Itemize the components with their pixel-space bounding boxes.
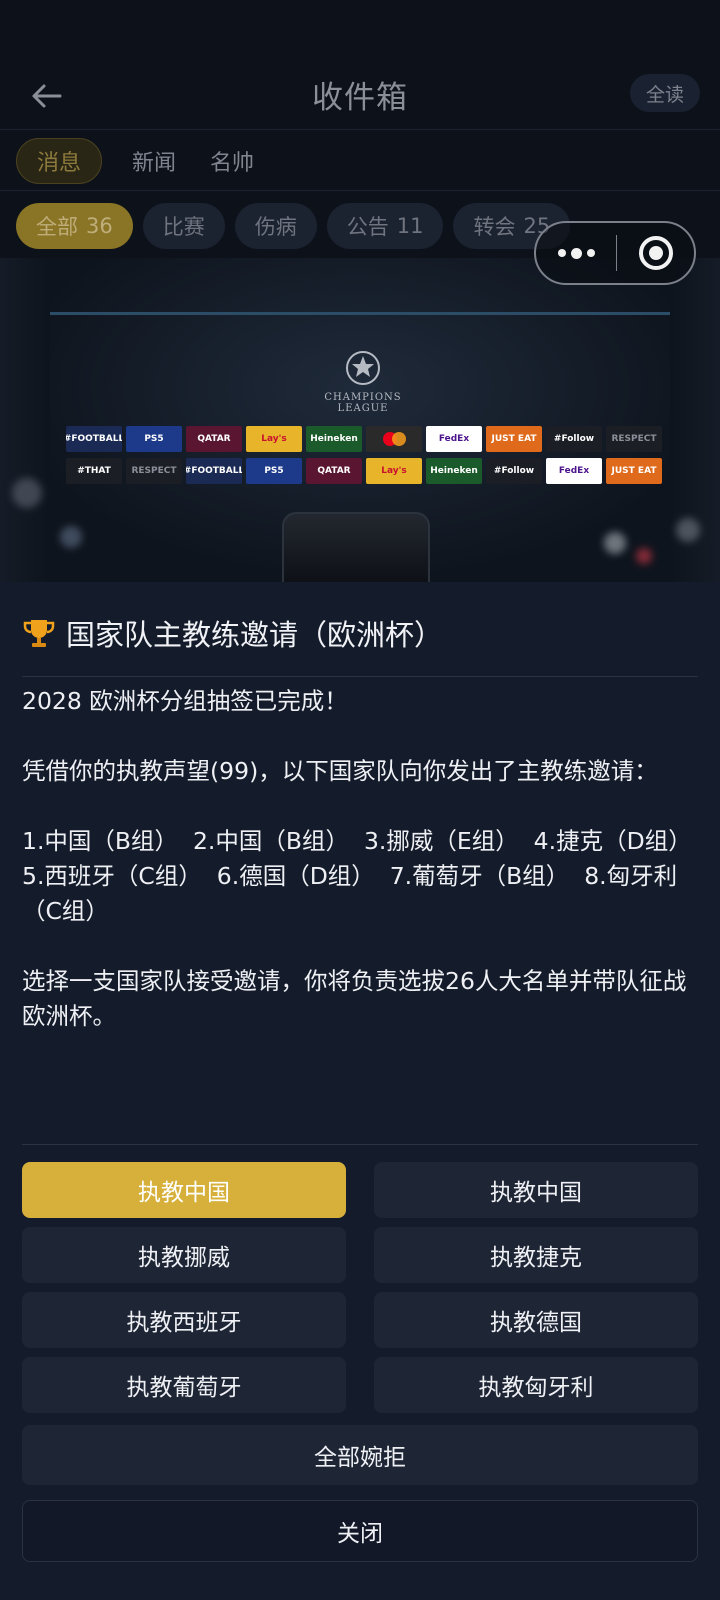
sponsor-board: #FOOTBALL — [186, 458, 242, 484]
stage-light-line — [50, 312, 670, 315]
filter-label: 伤病 — [254, 215, 297, 239]
filter-count: 11 — [396, 214, 424, 238]
sponsor-board: FedEx — [426, 426, 482, 452]
coach-norway-button[interactable]: 执教挪威 — [22, 1227, 346, 1283]
filter-label: 比赛 — [162, 215, 205, 239]
close-button[interactable]: 关闭 — [22, 1500, 698, 1562]
filter-chips: 全部 36 比赛 伤病 公告 11 转会 25 — [16, 203, 571, 249]
exit-miniprogram-button[interactable] — [617, 236, 694, 270]
divider — [22, 1144, 698, 1145]
filter-announcement[interactable]: 公告 11 — [326, 203, 444, 249]
sponsor-board: FedEx — [546, 458, 602, 484]
sponsor-board: #Follow — [546, 426, 602, 452]
tab-messages[interactable]: 消息 — [16, 138, 103, 184]
ucl-text-2: LEAGUE — [337, 403, 389, 414]
message-title: 国家队主教练邀请（欧洲杯） — [66, 618, 444, 652]
decline-all-button[interactable]: 全部婉拒 — [22, 1425, 698, 1485]
starball-icon — [346, 351, 380, 385]
filter-label: 公告 — [346, 215, 389, 239]
bokeh-light — [12, 478, 42, 508]
more-dot-icon — [557, 249, 566, 257]
sponsor-board: #THAT — [66, 458, 122, 484]
sponsor-board: #Follow — [486, 458, 542, 484]
tab-news[interactable]: 新闻 — [128, 138, 180, 184]
coach-hungary-button[interactable]: 执教匈牙利 — [374, 1357, 698, 1413]
champions-league-banner: CHAMPIONS LEAGUE #FOOTBALL PS5 QATAR Lay… — [0, 258, 720, 582]
header: 收件箱 全读 — [0, 60, 720, 130]
sponsor-row-1: #FOOTBALL PS5 QATAR Lay's Heineken FedEx… — [66, 426, 662, 452]
sponsor-board: JUST EAT — [486, 426, 542, 452]
divider — [22, 676, 698, 677]
sponsor-row-2: #THAT RESPECT #FOOTBALL PS5 QATAR Lay's … — [66, 458, 662, 484]
ucl-text-1: CHAMPIONS — [324, 392, 402, 403]
option-buttons: 执教中国 执教中国 执教挪威 执教捷克 执教西班牙 执教德国 执教葡萄牙 执教匈… — [22, 1162, 698, 1413]
sponsor-board: #FOOTBALL — [66, 426, 122, 452]
sponsor-board: Heineken — [426, 458, 482, 484]
coach-spain-button[interactable]: 执教西班牙 — [22, 1292, 346, 1348]
more-dot-icon — [570, 247, 582, 259]
message-header: 国家队主教练邀请（欧洲杯） — [22, 612, 443, 654]
coach-china-button-2[interactable]: 执教中国 — [374, 1162, 698, 1218]
sponsor-board: JUST EAT — [606, 458, 662, 484]
coach-germany-button[interactable]: 执教德国 — [374, 1292, 698, 1348]
divider — [0, 129, 720, 130]
sponsor-board: RESPECT — [606, 426, 662, 452]
sponsor-board: QATAR — [306, 458, 362, 484]
main-tabs: 消息 新闻 名帅 — [16, 138, 258, 184]
message-detail: 国家队主教练邀请（欧洲杯） 2028 欧洲杯分组抽签已完成！ 凭借你的执教声望(… — [0, 582, 720, 1600]
more-dot-icon — [586, 249, 595, 257]
trophy-icon — [23, 620, 55, 647]
stage-wall-left — [0, 258, 50, 582]
divider — [0, 190, 720, 191]
coach-portugal-button[interactable]: 执教葡萄牙 — [22, 1357, 346, 1413]
coach-china-button[interactable]: 执教中国 — [22, 1162, 346, 1218]
page-title: 收件箱 — [312, 80, 408, 116]
coach-czech-button[interactable]: 执教捷克 — [374, 1227, 698, 1283]
sponsor-board: Lay's — [246, 426, 302, 452]
filter-label: 全部 — [36, 215, 78, 239]
sponsor-board: PS5 — [246, 458, 302, 484]
more-button[interactable] — [536, 223, 616, 283]
bokeh-light — [636, 548, 652, 564]
sponsor-board: PS5 — [126, 426, 182, 452]
filter-count: 36 — [86, 214, 113, 238]
sponsor-board: RESPECT — [126, 458, 182, 484]
bokeh-light — [60, 526, 82, 548]
filter-all[interactable]: 全部 36 — [16, 203, 133, 249]
bokeh-light — [604, 532, 626, 554]
message-body: 2028 欧洲杯分组抽签已完成！ 凭借你的执教声望(99)，以下国家队向你发出了… — [22, 687, 692, 1030]
bokeh-light — [676, 518, 700, 542]
sponsor-board: QATAR — [186, 426, 242, 452]
read-all-button[interactable]: 全读 — [630, 74, 700, 112]
tab-famous-managers[interactable]: 名帅 — [206, 138, 258, 184]
sponsor-board-mastercard — [366, 426, 422, 452]
chair-image — [282, 512, 430, 582]
miniprogram-capsule — [534, 221, 696, 285]
sponsor-board: Lay's — [366, 458, 422, 484]
filter-injury[interactable]: 伤病 — [234, 203, 317, 249]
sponsor-board: Heineken — [306, 426, 362, 452]
ucl-logo: CHAMPIONS LEAGUE — [318, 348, 408, 414]
target-icon — [638, 236, 673, 270]
filter-match[interactable]: 比赛 — [142, 203, 225, 249]
filter-label: 转会 — [473, 215, 516, 239]
